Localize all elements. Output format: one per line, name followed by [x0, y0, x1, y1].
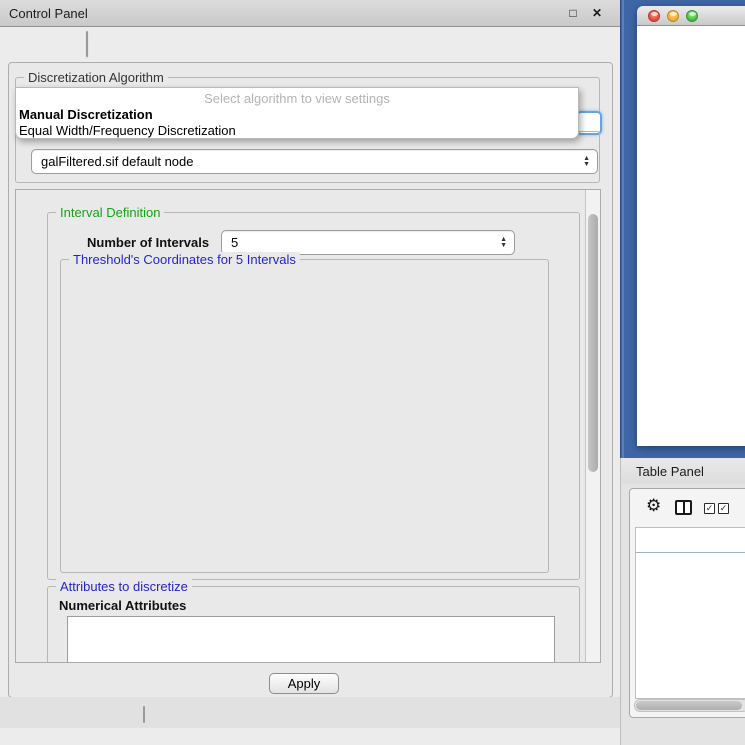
close-traffic-light-icon[interactable] [648, 10, 660, 22]
settings-scrollpane: Interval Definition Number of Intervals … [15, 189, 601, 663]
settings-vertical-scrollbar[interactable] [585, 190, 600, 662]
minimize-traffic-light-icon[interactable] [667, 10, 679, 22]
control-panel-title: Control Panel [9, 6, 88, 21]
interval-definition-title: Interval Definition [56, 205, 164, 220]
cyni-toolbox-panel: Discretization Algorithm Select algorith… [8, 62, 613, 698]
table-panel-region: Table Panel ⚙ ✓ ✓ [620, 458, 745, 745]
float-window-button[interactable]: □ [564, 5, 582, 22]
numerical-attributes-list[interactable] [67, 616, 555, 663]
control-panel: Control Panel □ ✕ Discretization Algorit… [0, 0, 620, 745]
table-data-combobox-value: galFiltered.sif default node [41, 154, 193, 169]
network-window-titlebar [637, 6, 745, 26]
number-of-intervals-value: 5 [231, 235, 238, 250]
scrollbar-thumb[interactable] [636, 701, 742, 710]
control-panel-tabbar [86, 31, 88, 57]
app-root: Control Panel □ ✕ Discretization Algorit… [0, 0, 745, 745]
stepper-arrows-icon: ▲▼ [500, 231, 507, 254]
interval-definition-groupbox: Interval Definition Number of Intervals … [47, 212, 580, 580]
scrollbar-thumb[interactable] [588, 214, 598, 472]
algorithm-group-title: Discretization Algorithm [24, 70, 168, 85]
attributes-groupbox: Attributes to discretize Numerical Attri… [47, 586, 580, 663]
number-of-intervals-label: Number of Intervals [87, 235, 209, 250]
algorithm-option-manual[interactable]: Manual Discretization [19, 107, 153, 122]
gear-icon[interactable]: ⚙ [646, 496, 661, 516]
checkbox-checked-icon[interactable]: ✓ [718, 503, 729, 514]
table-data-combobox[interactable]: galFiltered.sif default node ▲▼ [31, 149, 598, 174]
split-columns-icon[interactable] [675, 500, 692, 515]
stepper-arrows-icon: ▲▼ [583, 150, 590, 173]
table-horizontal-scrollbar[interactable] [634, 699, 745, 712]
numerical-attributes-label: Numerical Attributes [59, 598, 186, 613]
network-canvas[interactable] [637, 26, 745, 446]
bottom-strip [0, 697, 620, 728]
network-window[interactable] [637, 6, 745, 446]
table-panel: ⚙ ✓ ✓ [629, 488, 745, 718]
attributes-group-title: Attributes to discretize [56, 579, 192, 594]
algorithm-dropdown-popup: Select algorithm to view settings Manual… [15, 87, 579, 139]
checkbox-checked-icon[interactable]: ✓ [704, 503, 715, 514]
close-window-button[interactable]: ✕ [588, 5, 606, 22]
table-panel-title: Table Panel [636, 464, 704, 479]
table-panel-titlebar: Table Panel [621, 458, 745, 484]
cytoscape-desktop [620, 0, 745, 458]
node-table [635, 527, 745, 699]
bottom-tabbar [143, 706, 145, 723]
apply-button[interactable]: Apply [269, 673, 339, 694]
thresholds-groupbox: Threshold's Coordinates for 5 Intervals [60, 259, 549, 573]
table-toolbar: ⚙ ✓ ✓ [630, 489, 745, 527]
algorithm-dropdown-hint: Select algorithm to view settings [16, 91, 578, 106]
control-panel-titlebar: Control Panel □ ✕ [0, 0, 620, 27]
thresholds-group-title: Threshold's Coordinates for 5 Intervals [69, 252, 300, 267]
table-header-row [636, 528, 745, 553]
algorithm-option-equal-width[interactable]: Equal Width/Frequency Discretization [19, 123, 236, 138]
zoom-traffic-light-icon[interactable] [686, 10, 698, 22]
